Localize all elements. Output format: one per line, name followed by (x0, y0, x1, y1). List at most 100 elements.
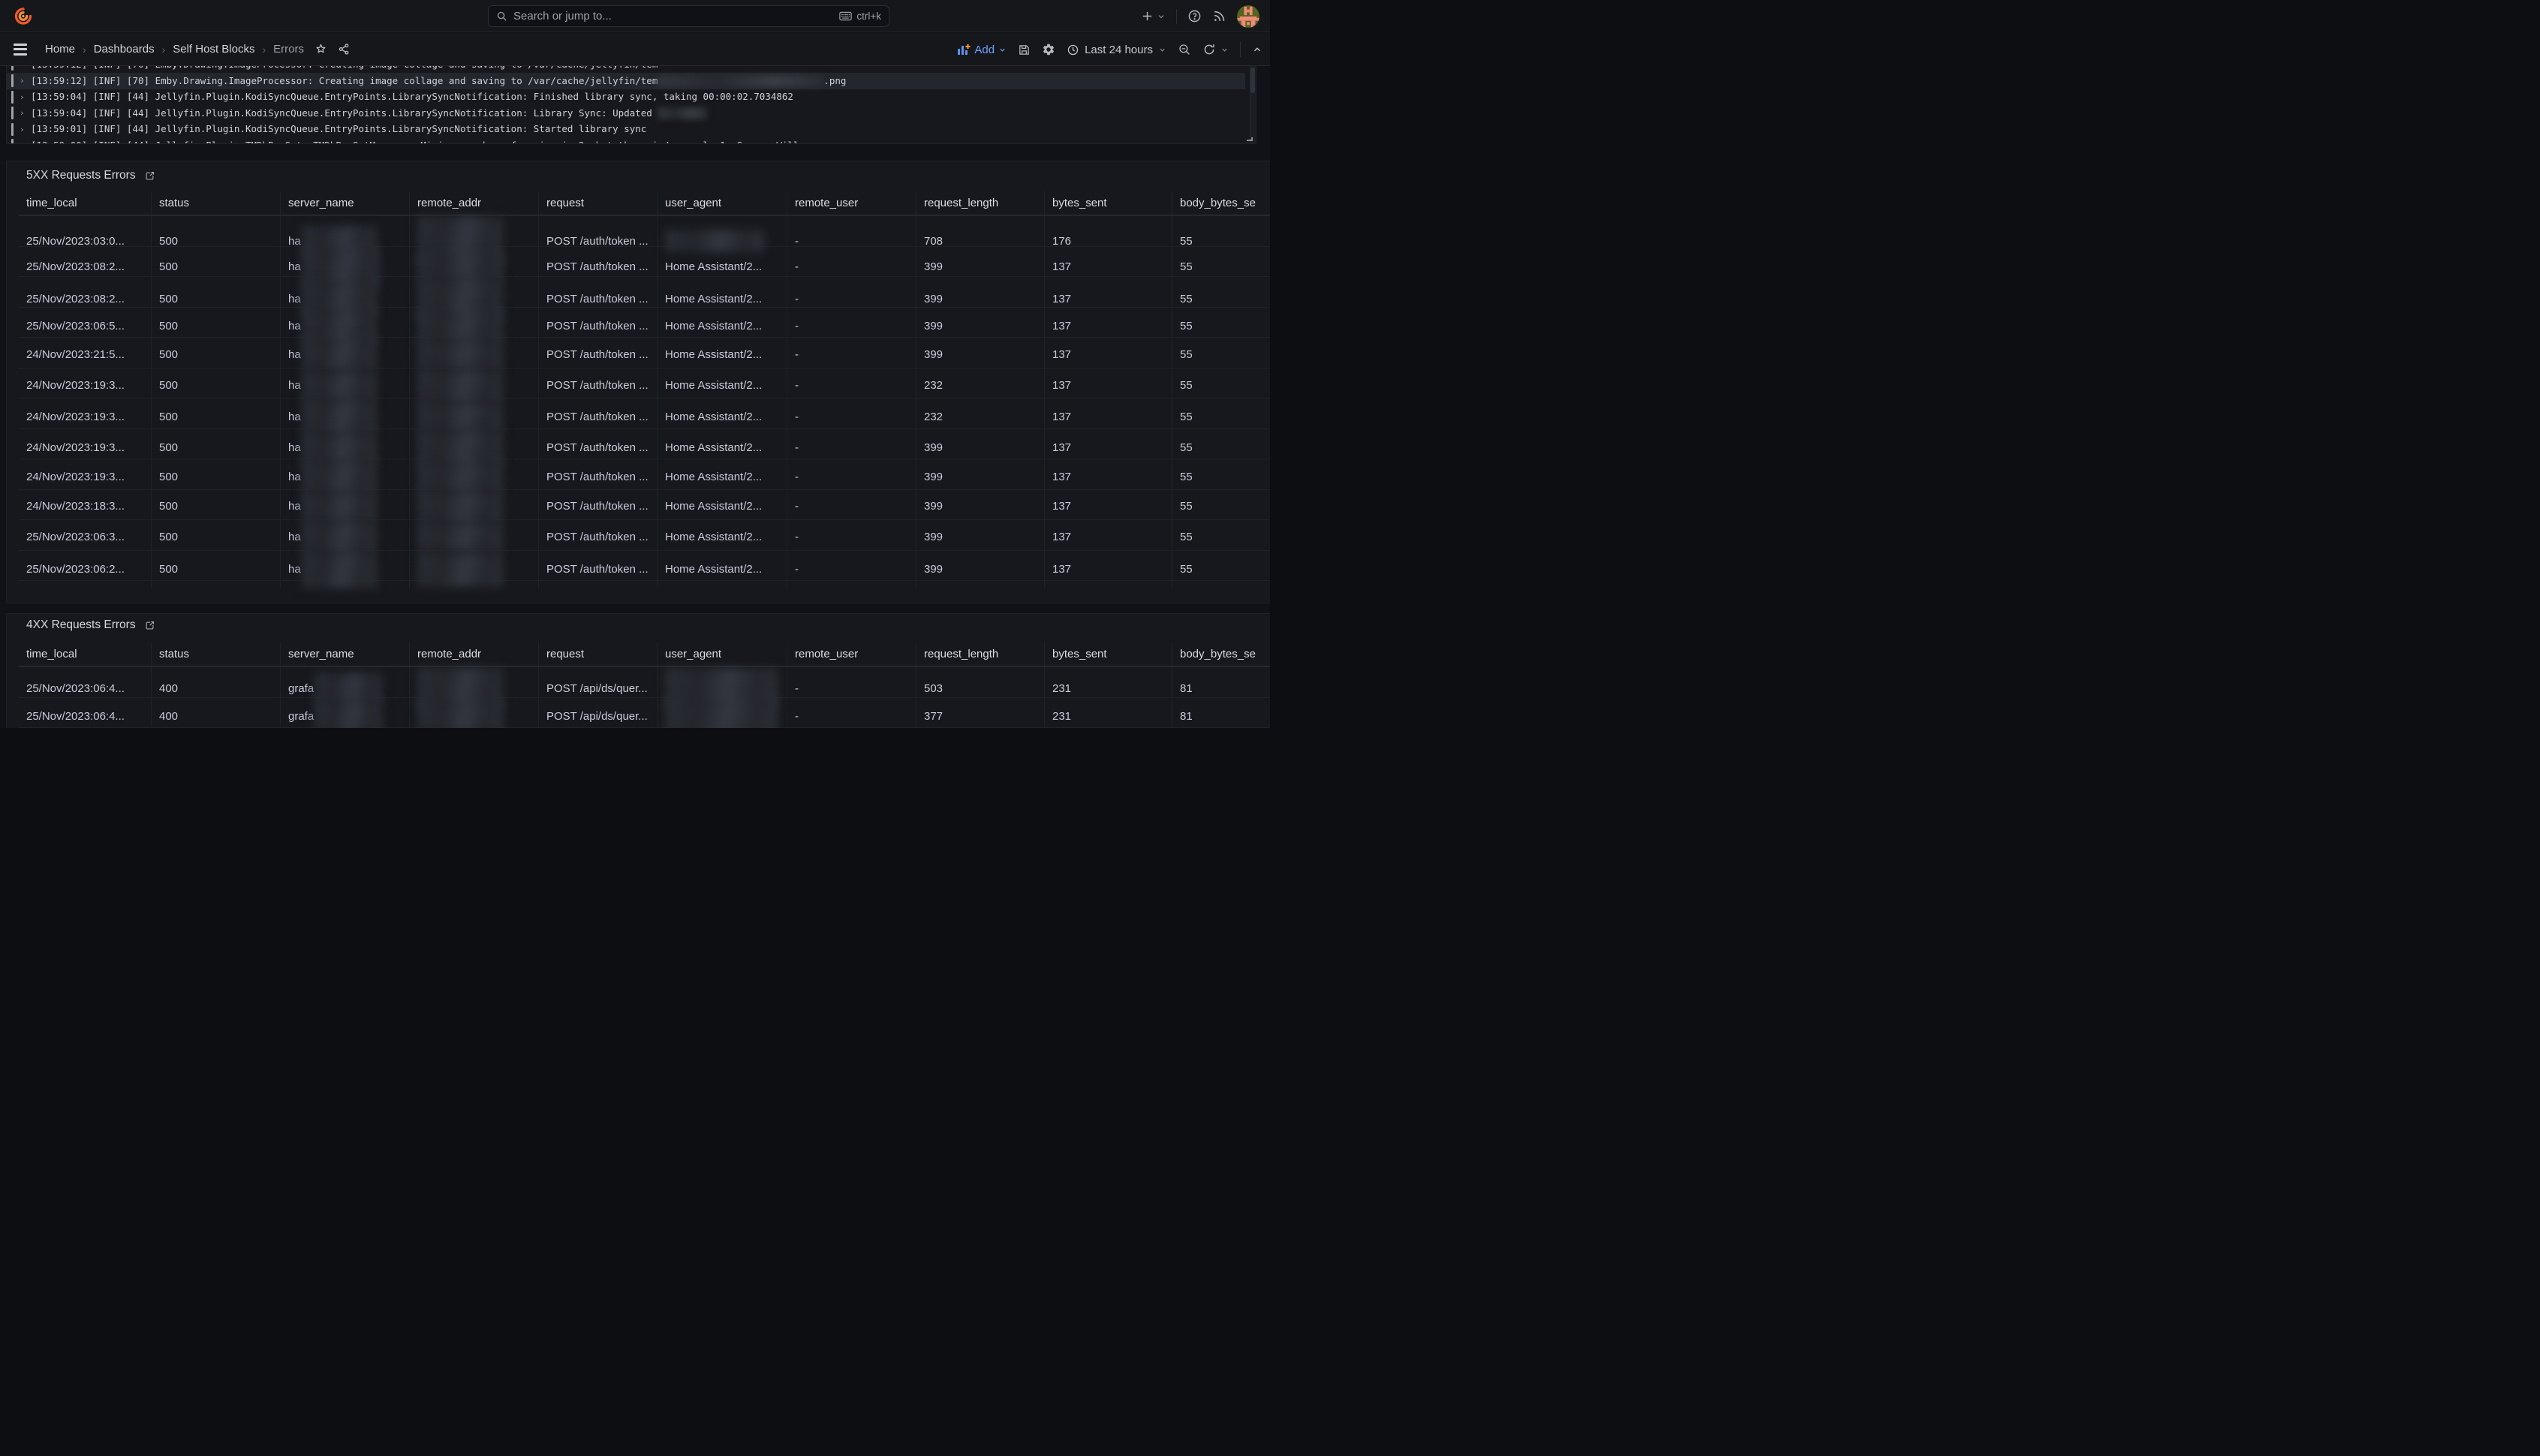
add-panel-icon (957, 44, 971, 56)
breadcrumb-item-dashboards[interactable]: Dashboards (94, 43, 155, 56)
log-expand-chevron-icon[interactable]: › (20, 125, 25, 134)
table-row: 25/Nov/2023:06:4...400grafaPOST /api/ds/… (19, 697, 1270, 728)
breadcrumb-item-home[interactable]: Home (45, 43, 75, 56)
log-line[interactable]: ›[13:59:04] [INF] [44] Jellyfin.Plugin.K… (7, 105, 1245, 122)
column-header-remote_addr[interactable]: remote_addr (409, 642, 538, 666)
log-line[interactable]: › [13:59:04] [INF] [44] Jellyfin.Plugin.K… (7, 89, 1245, 106)
refresh-button[interactable] (1202, 43, 1216, 56)
column-header-body_bytes_se[interactable]: body_bytes_se (1172, 642, 1270, 666)
log-line[interactable]: ›[13:59:00] [INF] [44] Jellyfin.Plugin.T… (7, 137, 1245, 144)
cell-remote_addr (409, 520, 538, 553)
breadcrumb: Home›Dashboards›Self Host Blocks›Errors (45, 43, 304, 56)
cell-text-prefix: ha (288, 563, 301, 576)
cell-remote_addr (409, 369, 538, 403)
column-header-server_name[interactable]: server_name (280, 642, 409, 666)
top-nav-bar: Search or jump to... ctrl+k (0, 0, 1270, 32)
column-header-status[interactable]: status (151, 191, 280, 215)
log-level-bar (11, 139, 14, 144)
table-row: 24/Nov/2023:19:3...500haPOST /auth/token… (19, 429, 1270, 459)
hamburger-menu-icon[interactable] (14, 44, 27, 56)
redacted-value (417, 490, 503, 523)
cell-body_bytes_se: 81 (1172, 698, 1270, 729)
panel-resize-grip[interactable] (1246, 134, 1253, 142)
panel-title[interactable]: 5XX Requests Errors (26, 169, 136, 182)
log-line[interactable]: ›[13:59:12] [INF] [70] Emby.Drawing.Imag… (7, 73, 1245, 89)
external-link-icon[interactable] (144, 170, 155, 182)
refresh-interval-chevron-icon[interactable] (1220, 46, 1229, 54)
dashboard-settings-button[interactable] (1042, 43, 1055, 56)
log-expand-chevron-icon[interactable]: › (20, 76, 25, 86)
time-range-picker[interactable]: Last 24 hours (1067, 44, 1166, 56)
cell-request: POST /auth/token ... (538, 338, 657, 371)
cell-user_agent: Home Assistant/2... (657, 520, 787, 553)
gear-icon (1042, 43, 1055, 56)
new-menu-button[interactable] (1141, 10, 1166, 23)
save-dashboard-button[interactable] (1018, 44, 1031, 56)
column-header-user_agent[interactable]: user_agent (657, 191, 787, 215)
cell-server_name: ha (280, 551, 409, 588)
column-header-remote_addr[interactable]: remote_addr (409, 191, 538, 215)
cell-request_length: 399 (916, 520, 1044, 553)
cell-user_agent (657, 698, 787, 729)
column-header-request_length[interactable]: request_length (916, 191, 1044, 215)
add-button-label: Add (974, 44, 995, 56)
grafana-logo-icon[interactable] (14, 6, 33, 26)
panel-title[interactable]: 4XX Requests Errors (26, 618, 136, 632)
table-row: 25/Nov/2023:06:3...500haPOST /auth/token… (19, 519, 1270, 550)
user-avatar[interactable] (1237, 5, 1259, 28)
cell-text-prefix: ha (288, 293, 301, 305)
logs-scrollbar-thumb[interactable] (1250, 68, 1255, 93)
logs-scrollbar[interactable] (1250, 66, 1256, 143)
redacted-value (302, 399, 377, 435)
column-header-time_local[interactable]: time_local (19, 642, 151, 666)
log-expand-chevron-icon[interactable]: › (20, 140, 25, 144)
chevron-down-icon (998, 46, 1007, 54)
log-expand-chevron-icon[interactable]: › (20, 108, 25, 118)
column-header-bytes_sent[interactable]: bytes_sent (1044, 642, 1172, 666)
column-header-body_bytes_se[interactable]: body_bytes_se (1172, 191, 1270, 215)
log-line[interactable]: ›[13:59:12] [INF] [70] Emby.Drawing.Imag… (7, 66, 1245, 73)
cell-user_agent: Home Assistant/2... (657, 490, 787, 523)
column-header-status[interactable]: status (151, 642, 280, 666)
column-header-remote_user[interactable]: remote_user (787, 191, 916, 215)
log-line[interactable]: ›[13:59:01] [INF] [44] Jellyfin.Plugin.K… (7, 122, 1245, 138)
cell-remote_user: - (787, 369, 916, 403)
zoom-out-icon (1178, 43, 1191, 56)
column-header-request[interactable]: request (538, 191, 657, 215)
redacted-value (314, 699, 382, 729)
column-header-server_name[interactable]: server_name (280, 191, 409, 215)
column-header-user_agent[interactable]: user_agent (657, 642, 787, 666)
cell-request: POST /auth/token ... (538, 520, 657, 553)
column-header-request[interactable]: request (538, 642, 657, 666)
zoom-out-button[interactable] (1178, 43, 1191, 56)
cell-text-prefix: ha (288, 441, 301, 454)
cell-text-prefix: ha (288, 471, 301, 483)
search-input[interactable]: Search or jump to... ctrl+k (488, 5, 889, 27)
share-icon[interactable] (338, 43, 351, 56)
help-button[interactable] (1187, 9, 1202, 23)
column-header-time_local[interactable]: time_local (19, 191, 151, 215)
cell-text-prefix: ha (288, 411, 301, 423)
cell-time_local: 24/Nov/2023:19:3... (19, 369, 151, 403)
external-link-icon[interactable] (144, 620, 155, 631)
chevron-up-icon (1252, 44, 1262, 55)
table-row: 24/Nov/2023:21:5...500haPOST /auth/token… (19, 337, 1270, 368)
log-expand-chevron-icon[interactable]: › (20, 66, 25, 69)
cell-user_agent: Home Assistant/2... (657, 338, 787, 371)
column-header-remote_user[interactable]: remote_user (787, 642, 916, 666)
log-expand-chevron-icon[interactable]: › (20, 92, 25, 102)
cell-request: POST /auth/token ... (538, 490, 657, 523)
add-button[interactable]: Add (957, 44, 1007, 56)
log-line-text: [13:59:04] [INF] [44] Jellyfin.Plugin.Ko… (31, 91, 793, 102)
redacted-value (417, 310, 503, 343)
cell-text-prefix: ha (288, 531, 301, 543)
collapse-toolbar-button[interactable] (1252, 44, 1262, 55)
star-icon[interactable] (314, 43, 327, 56)
column-header-bytes_sent[interactable]: bytes_sent (1044, 191, 1172, 215)
breadcrumb-item-self-host-blocks[interactable]: Self Host Blocks (173, 43, 254, 56)
column-header-request_length[interactable]: request_length (916, 642, 1044, 666)
search-icon (496, 11, 507, 22)
cell-server_name: ha (280, 338, 409, 371)
redacted-value (417, 522, 503, 552)
news-button[interactable] (1212, 9, 1226, 23)
